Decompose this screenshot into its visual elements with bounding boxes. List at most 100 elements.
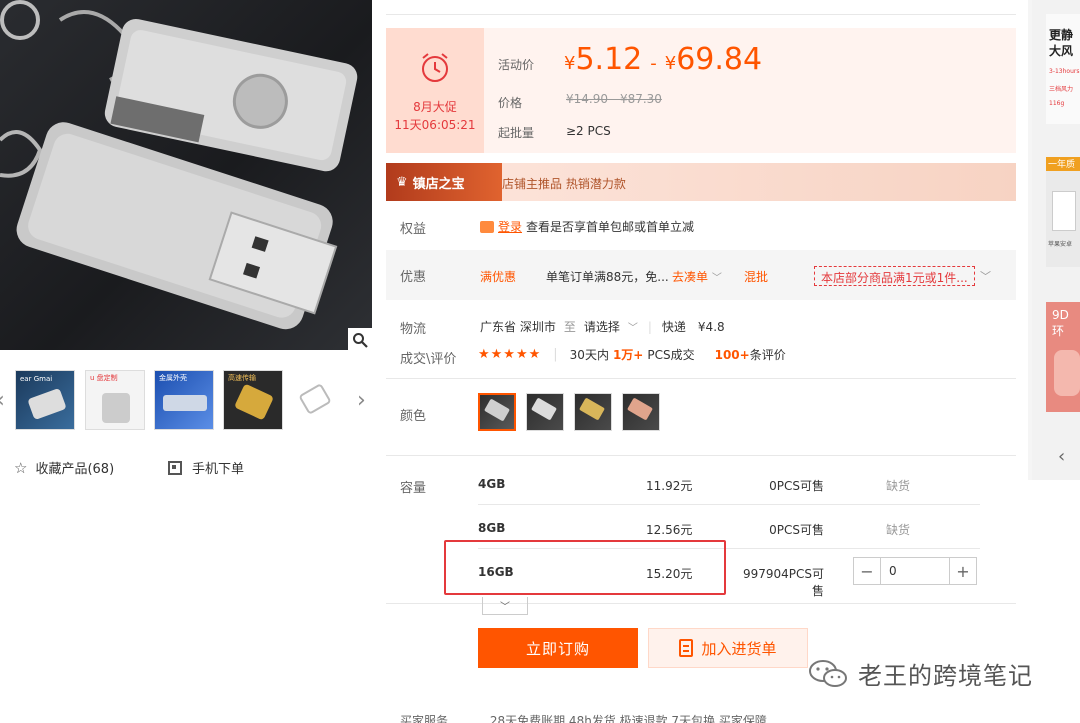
store-offer-tag[interactable]: 本店部分商品满1元或1件... <box>814 266 975 286</box>
thumbnail-caption: ear Gmai <box>20 375 53 383</box>
chevron-down-icon[interactable]: ﹀ <box>980 268 991 284</box>
capacity-label: 容量 <box>400 481 427 496</box>
add-to-cart-label: 加入进货单 <box>701 639 777 658</box>
promo-countdown: 11天06:05:21 <box>394 118 476 132</box>
buy-now-button[interactable]: 立即订购 <box>478 628 638 668</box>
destination-select[interactable]: 请选择 <box>584 318 620 335</box>
capacity-price: 12.56元 <box>646 523 693 537</box>
mobile-order-button[interactable]: 手机下单 <box>168 458 244 477</box>
activity-price-min: 5.12 <box>575 42 643 77</box>
quantity-stepper[interactable]: − 0 + <box>853 557 977 585</box>
price-panel: 8月大促 11天06:05:21 活动价 ¥ 5.12 - ¥ 69.84 价格… <box>386 28 1016 153</box>
review-count[interactable]: 100+ <box>715 348 750 362</box>
capacity-stock: 0PCS可售 <box>769 523 824 537</box>
trade-review-label: 成交\评价 <box>400 352 457 367</box>
promo-title: 8月大促 <box>413 100 457 114</box>
qr-code-icon <box>168 460 182 475</box>
increment-button[interactable]: + <box>950 558 976 584</box>
usb-drive-illustration <box>0 0 358 330</box>
chevron-down-icon: ﹀ <box>500 602 510 613</box>
highlight-box <box>444 540 726 595</box>
benefits-text: 查看是否享首单包邮或首单立减 <box>526 220 695 234</box>
color-swatch-gold[interactable] <box>574 393 612 431</box>
capacity-name: 8GB <box>478 521 506 535</box>
thumbnail-3[interactable]: 金属外壳 <box>154 370 214 430</box>
wechat-icon <box>809 659 847 687</box>
store-badge: ♛ 镇店之宝 <box>386 163 502 201</box>
moq-value: ≥2 PCS <box>566 124 611 138</box>
quantity-input[interactable]: 0 <box>880 558 950 584</box>
rating-stars: ★★★★★ <box>478 347 542 362</box>
thumbnail-4[interactable]: 高速传输 <box>223 370 283 430</box>
benefits-row: 登录 查看是否享首单包邮或首单立减 <box>480 218 694 235</box>
recommendation-card-1[interactable]: 更静 大风 3-13hours 三档风力 116g <box>1046 14 1080 124</box>
store-tags: 店铺主推品 热销潜力款 <box>502 177 626 191</box>
chevron-left-icon[interactable]: ‹ <box>1058 446 1065 467</box>
divider <box>478 504 980 505</box>
discount-text: 单笔订单满88元，免... <box>546 270 669 284</box>
price-separator: - <box>650 53 657 74</box>
price-label: 价格 <box>498 96 523 110</box>
login-link[interactable]: 登录 <box>498 218 522 235</box>
activity-price-max: 69.84 <box>676 42 763 77</box>
trade-volume: 1万+ <box>612 348 644 362</box>
watermark: 老王的跨境笔记 <box>808 656 1033 691</box>
promo-box: 8月大促 11天06:05:21 <box>386 28 484 153</box>
discount-label: 优惠 <box>400 270 427 285</box>
rec-text: 9D环 <box>1052 308 1069 338</box>
alarm-clock-icon <box>422 53 448 82</box>
benefits-label: 权益 <box>400 222 427 237</box>
capacity-row[interactable]: 4GB 11.92元 0PCS可售 缺货 <box>478 477 978 521</box>
divider <box>386 14 1016 15</box>
recommendation-card-3[interactable]: 9D环 <box>1046 302 1080 412</box>
rec-title: 大风 <box>1049 44 1074 58</box>
star-outline-icon: ☆ <box>14 458 28 477</box>
chevron-left-icon[interactable]: ‹ <box>0 388 5 413</box>
logistics-label: 物流 <box>400 322 427 337</box>
add-to-cart-button[interactable]: 加入进货单 <box>648 628 808 668</box>
thumbnail-5[interactable] <box>292 370 344 430</box>
color-swatch-silver[interactable] <box>478 393 516 431</box>
favorite-label: 收藏产品(68) <box>35 462 115 477</box>
ship-to-label: 至 <box>563 320 576 334</box>
divider <box>386 378 1016 379</box>
currency-symbol: ¥ <box>664 53 677 74</box>
thumbnail-caption: 高速传输 <box>228 374 256 382</box>
divider <box>386 603 1016 604</box>
decrement-button[interactable]: − <box>854 558 880 584</box>
watermark-text: 老王的跨境笔记 <box>858 662 1033 690</box>
thumbnail-strip: ‹ ear Gmai u 盘定制 金属外壳 高速传输 › <box>0 368 372 434</box>
trade-row: ★★★★★ | 30天内 1万+ PCS成交 100+ 条评价 <box>478 347 786 362</box>
recommendation-card-2[interactable]: 一年质 苹果安卓 <box>1046 157 1080 267</box>
color-label: 颜色 <box>400 409 427 424</box>
color-swatch-rose[interactable] <box>622 393 660 431</box>
buyer-services-row: 买家服务 28天免费账期 48h发货 极速退款 7天包换 买家保障 <box>400 712 767 723</box>
thumbnail-caption: u 盘定制 <box>90 374 118 382</box>
mobile-order-label: 手机下单 <box>192 462 245 477</box>
discount-type: 满优惠 <box>480 270 517 284</box>
capacity-status: 缺货 <box>886 523 911 537</box>
collect-order-link[interactable]: 去凑单 ﹀ <box>672 268 722 285</box>
color-swatch-silver-2[interactable] <box>526 393 564 431</box>
chevron-down-icon[interactable]: ﹀ <box>628 319 638 334</box>
capacity-stock: 0PCS可售 <box>769 479 824 493</box>
rec-detail: 3-13hours <box>1049 68 1080 75</box>
shipping-method: 快递 <box>661 320 686 334</box>
chevron-right-icon[interactable]: › <box>357 388 366 413</box>
thumbnail-2[interactable]: u 盘定制 <box>85 370 145 430</box>
main-product-image[interactable] <box>0 0 372 350</box>
crown-icon: ♛ <box>396 174 408 190</box>
favorite-button[interactable]: ☆ 收藏产品(68) <box>14 458 115 478</box>
expand-more-button[interactable]: ﹀ <box>482 597 528 615</box>
collect-order-label: 去凑单 <box>672 270 709 284</box>
mixed-batch-link[interactable]: 混批 <box>744 268 768 285</box>
original-price: ¥14.90 - ¥87.30 <box>566 92 662 106</box>
magnifier-icon[interactable] <box>348 328 372 350</box>
rec-badge: 一年质 <box>1046 157 1080 171</box>
review-suffix: 条评价 <box>749 348 786 362</box>
rec-detail: 三档风力 <box>1049 86 1074 93</box>
capacity-stock: 997904PCS可售 <box>742 567 824 598</box>
logistics-row: 广东省 深圳市 至 请选择 ﹀ | 快递 ¥4.8 <box>480 318 725 335</box>
thumbnail-1[interactable]: ear Gmai <box>15 370 75 430</box>
chevron-down-icon: ﹀ <box>711 273 722 284</box>
